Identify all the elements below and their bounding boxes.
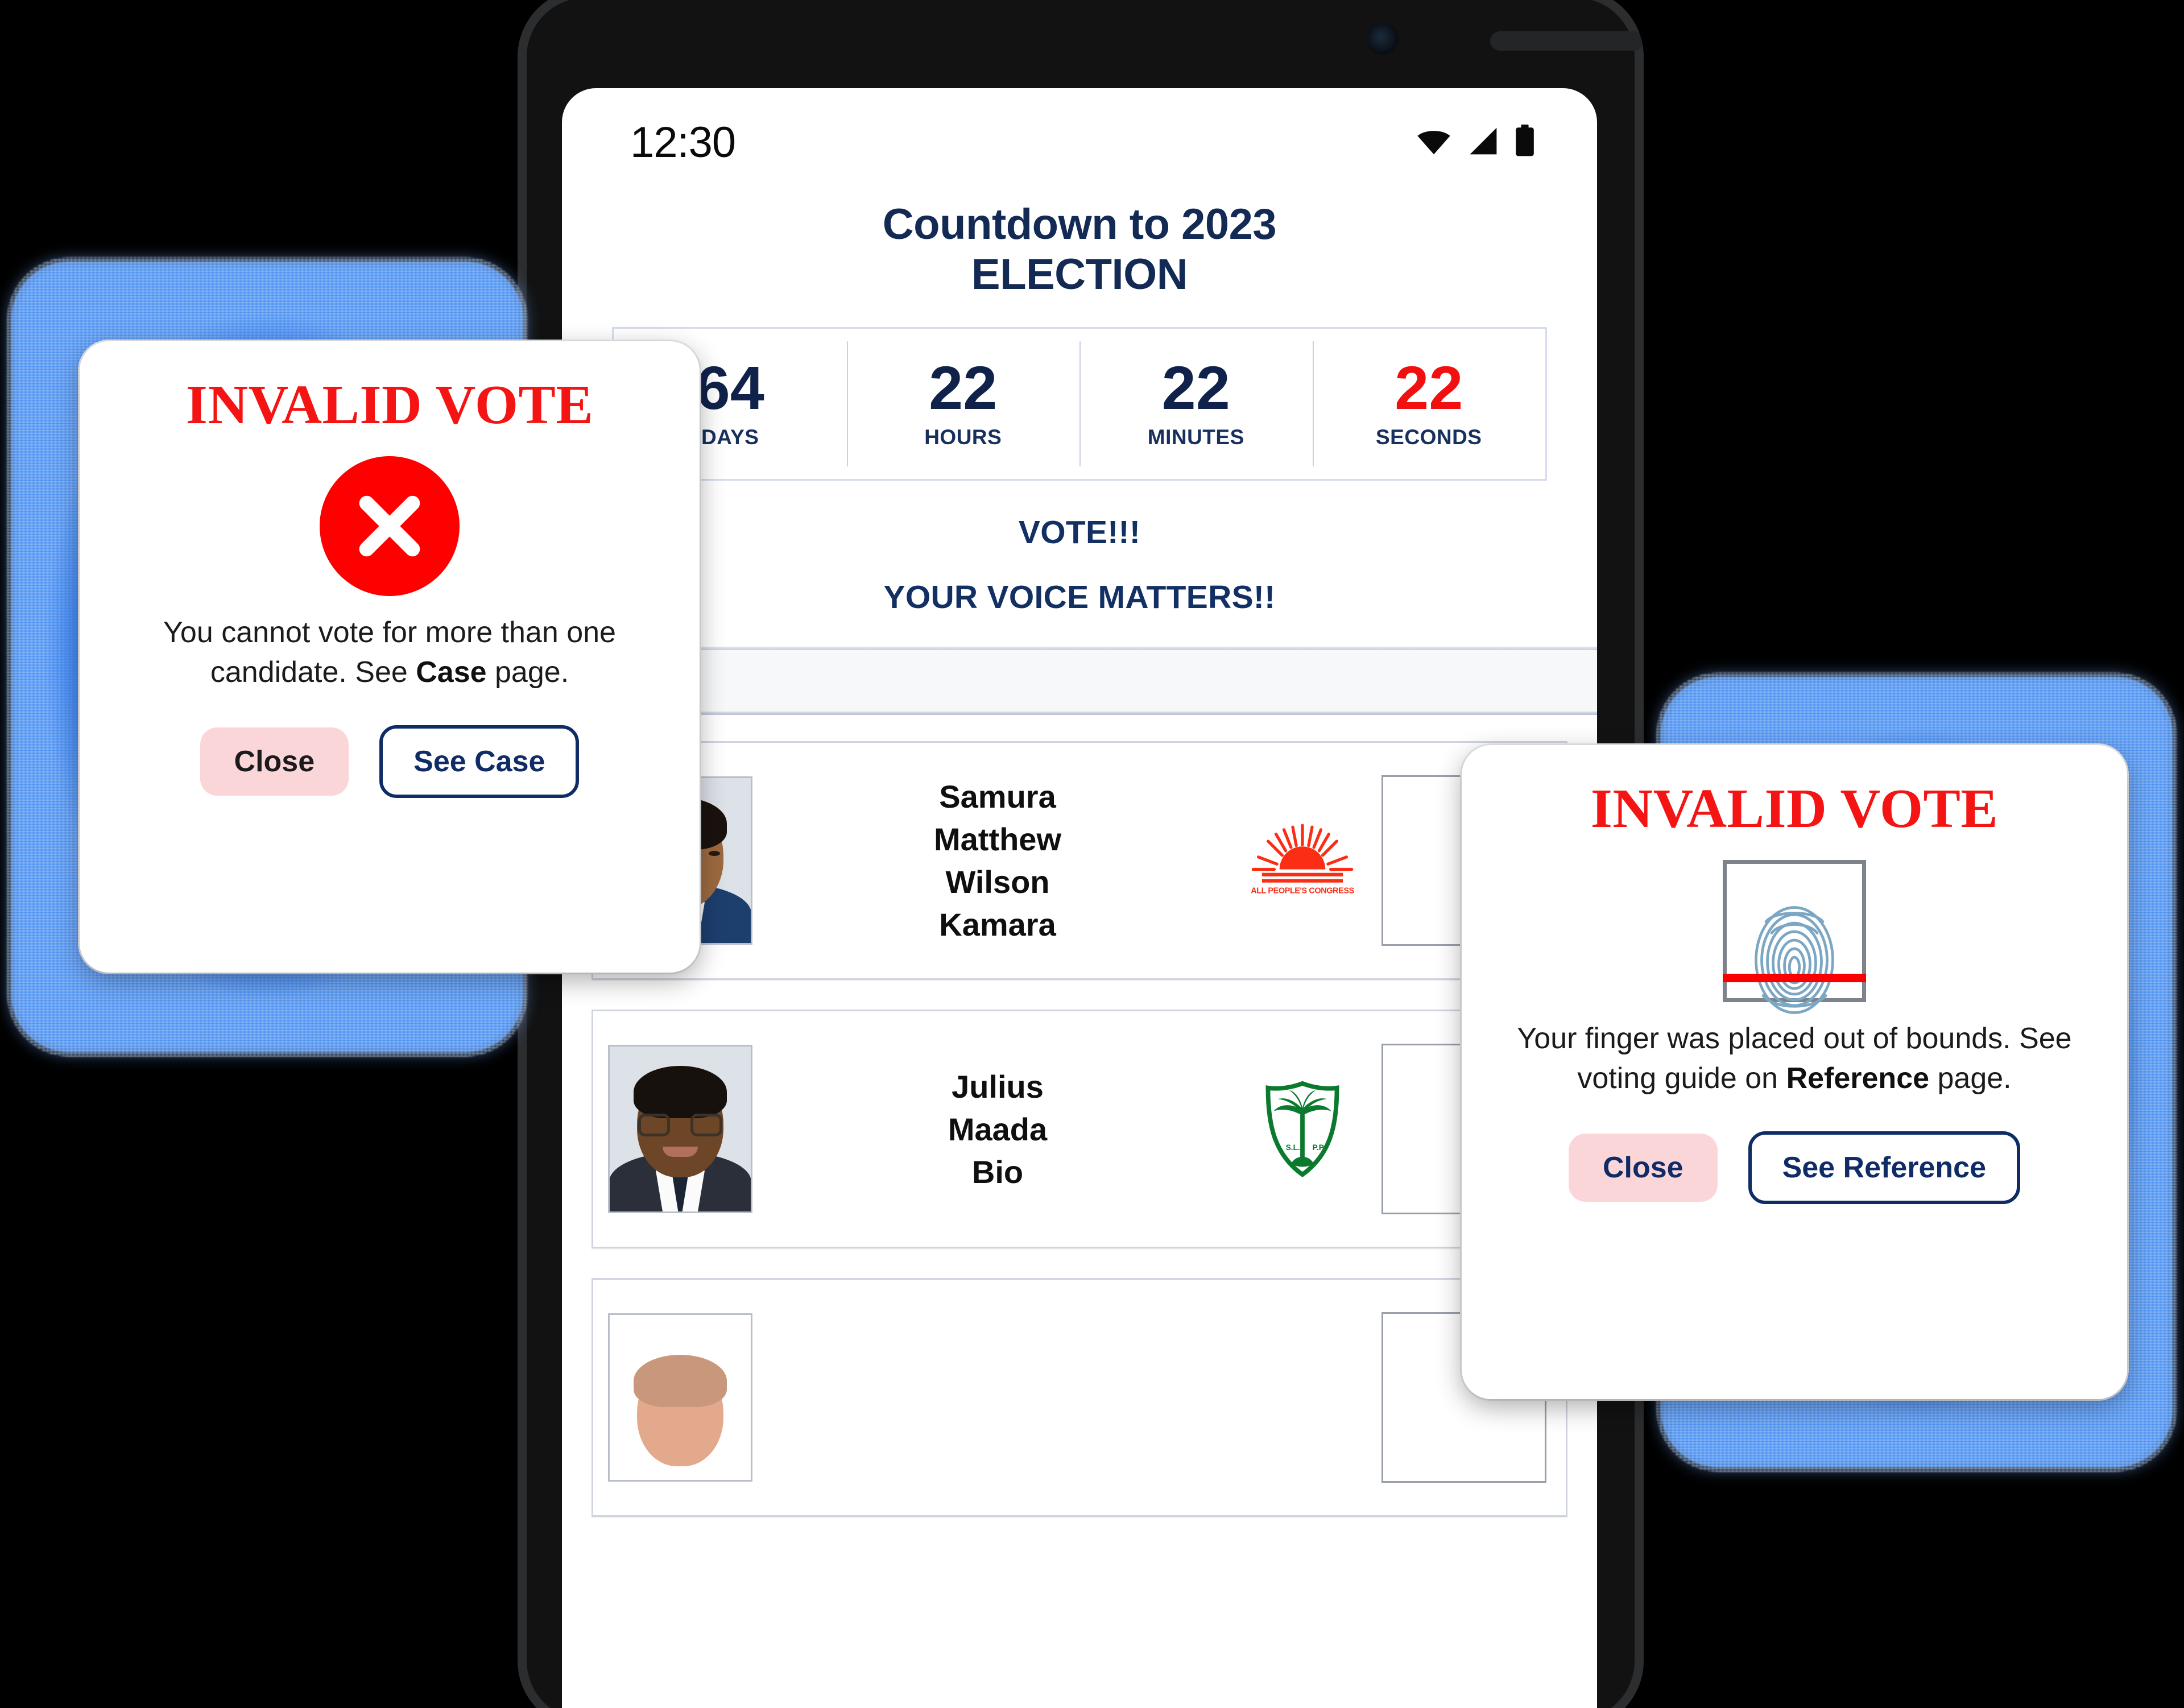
screenshot-stage: 12:30 Countdown to 2023 ELECTION 64 DAYS… xyxy=(0,0,2184,1708)
dialog-icon-area xyxy=(106,456,673,596)
invalid-vote-dialog-out-of-bounds: INVALID VOTE Your finger was placed out … xyxy=(1462,745,2127,1399)
table-row[interactable]: Julius Maada Bio S.L. P.P. xyxy=(592,1010,1567,1249)
countdown-title-line1: Countdown to 2023 xyxy=(882,200,1277,249)
countdown-unit-hours: 22 HOURS xyxy=(846,329,1080,479)
candidate-name: Samura Matthew Wilson Kamara xyxy=(934,779,1061,943)
fingerprint-out-of-bounds-icon xyxy=(1723,860,1866,1014)
out-of-bounds-line xyxy=(1723,974,1866,982)
countdown-days-label: DAYS xyxy=(701,425,759,449)
dialog-icon-area xyxy=(1488,860,2101,1014)
candidate-photo-partial xyxy=(608,1313,752,1482)
countdown-hours-value: 22 xyxy=(929,353,998,423)
battery-icon xyxy=(1514,124,1536,160)
countdown-minutes-label: MINUTES xyxy=(1147,425,1244,449)
rising-sun-icon: ALL PEOPLE'S CONGRESS xyxy=(1243,824,1362,898)
dialog-message-highlight: Case xyxy=(416,655,487,689)
slogan-voice-matters: YOUR VOICE MATTERS!! xyxy=(883,579,1276,616)
countdown-minutes-value: 22 xyxy=(1161,353,1230,423)
dialog-message-highlight: Reference xyxy=(1786,1061,1930,1095)
candidate-photo-bio xyxy=(608,1045,752,1214)
countdown-title-line2: ELECTION xyxy=(971,250,1188,299)
countdown-seconds-label: SECONDS xyxy=(1376,425,1482,449)
close-button[interactable]: Close xyxy=(1568,1134,1718,1202)
phone-screen: 12:30 Countdown to 2023 ELECTION 64 DAYS… xyxy=(562,88,1597,1708)
close-button[interactable]: Close xyxy=(200,727,349,796)
dialog-message: You cannot vote for more than one candid… xyxy=(106,613,673,692)
wifi-icon xyxy=(1415,126,1453,159)
see-case-button[interactable]: See Case xyxy=(379,725,580,799)
candidate-list: Samura Matthew Wilson Kamara ALL PEOPLE'… xyxy=(562,715,1597,1517)
table-row[interactable] xyxy=(592,1278,1567,1517)
red-x-circle-icon xyxy=(320,456,460,596)
vote-slogans: VOTE!!! YOUR VOICE MATTERS!! xyxy=(562,481,1597,647)
countdown-unit-minutes: 22 MINUTES xyxy=(1079,329,1313,479)
countdown-hours-label: HOURS xyxy=(924,425,1002,449)
dialog-message-suffix: page. xyxy=(486,655,569,689)
dialog-actions: Close See Reference xyxy=(1488,1131,2101,1205)
list-header-band xyxy=(562,650,1597,712)
countdown-timer: 64 DAYS 22 HOURS 22 MINUTES 22 SECONDS xyxy=(612,327,1547,481)
cellular-signal-icon xyxy=(1467,126,1499,159)
front-camera-icon xyxy=(1367,23,1399,55)
svg-text:P.P.: P.P. xyxy=(1313,1143,1325,1152)
palm-tree-shield-icon: S.L. P.P. xyxy=(1243,1081,1362,1177)
countdown-header: Countdown to 2023 ELECTION xyxy=(562,196,1597,300)
candidate-name: Julius Maada Bio xyxy=(948,1068,1048,1190)
status-bar-icons xyxy=(1415,124,1536,160)
invalid-vote-dialog-multiple-candidates: INVALID VOTE You cannot vote for more th… xyxy=(80,341,700,973)
countdown-days-value: 64 xyxy=(696,353,764,423)
svg-text:S.L.: S.L. xyxy=(1286,1143,1300,1152)
dialog-message: Your finger was placed out of bounds. Se… xyxy=(1488,1019,2101,1098)
svg-text:ALL PEOPLE'S CONGRESS: ALL PEOPLE'S CONGRESS xyxy=(1251,887,1354,896)
dialog-message-suffix: page. xyxy=(1929,1061,2012,1095)
fingerprint-icon xyxy=(1752,904,1837,1019)
dialog-actions: Close See Case xyxy=(106,725,673,799)
status-bar: 12:30 xyxy=(562,88,1597,196)
countdown-unit-seconds: 22 SECONDS xyxy=(1312,329,1546,479)
dialog-title: INVALID VOTE xyxy=(1590,778,1999,839)
countdown-seconds-value: 22 xyxy=(1395,353,1463,423)
dialog-title: INVALID VOTE xyxy=(185,374,594,436)
see-reference-button[interactable]: See Reference xyxy=(1748,1131,2021,1205)
status-bar-clock: 12:30 xyxy=(630,118,736,167)
earpiece-speaker xyxy=(1490,31,1644,51)
slogan-vote: VOTE!!! xyxy=(1018,514,1141,551)
table-row[interactable]: Samura Matthew Wilson Kamara ALL PEOPLE'… xyxy=(592,741,1567,981)
